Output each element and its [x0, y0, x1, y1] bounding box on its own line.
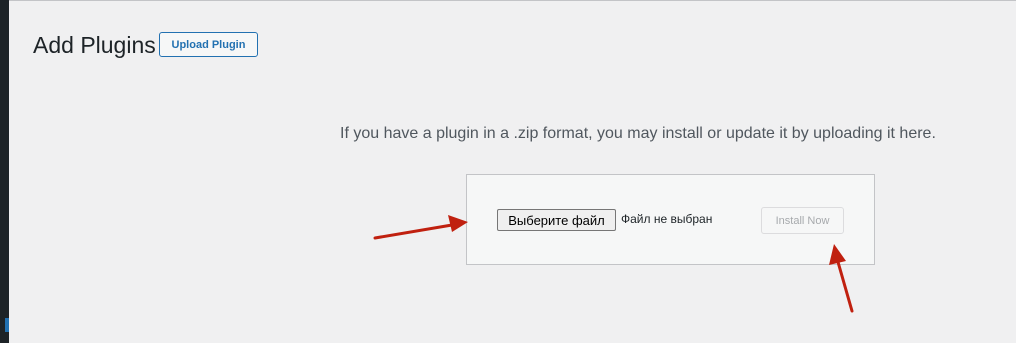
- upload-help-text: If you have a plugin in a .zip format, y…: [340, 125, 936, 142]
- admin-sidebar-edge: [0, 0, 9, 343]
- top-divider: [9, 0, 1016, 1]
- file-status-text: Файл не выбран: [621, 212, 713, 226]
- arrow-annotation-icon: [373, 215, 468, 240]
- choose-file-button[interactable]: Выберите файл: [497, 209, 616, 231]
- upload-plugin-button[interactable]: Upload Plugin: [159, 32, 258, 57]
- page-title: Add Plugins: [33, 32, 156, 58]
- sidebar-accent: [5, 318, 9, 332]
- install-now-button[interactable]: Install Now: [761, 207, 844, 234]
